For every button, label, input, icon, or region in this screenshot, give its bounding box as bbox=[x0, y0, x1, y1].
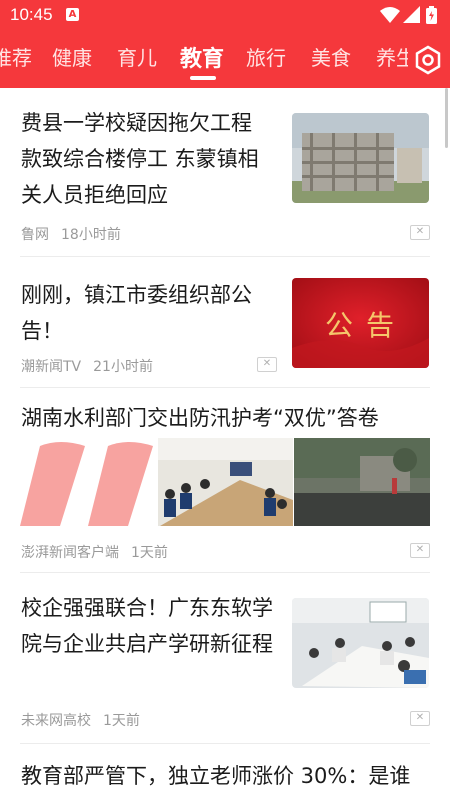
tab-food[interactable]: 美食 bbox=[311, 42, 351, 71]
news-time: 1天前 bbox=[131, 545, 168, 561]
news-source: 潮新闻TV bbox=[21, 359, 82, 375]
news-thumbnail[interactable]: 公 告 bbox=[292, 278, 429, 368]
wifi-icon bbox=[380, 7, 400, 23]
tab-education[interactable]: 教育 bbox=[180, 41, 224, 73]
battery-icon bbox=[426, 6, 437, 24]
dismiss-icon[interactable]: ✕ bbox=[257, 357, 277, 372]
dismiss-icon[interactable]: ✕ bbox=[410, 711, 430, 726]
news-image-strip[interactable] bbox=[0, 438, 430, 526]
news-thumbnail[interactable] bbox=[292, 113, 429, 203]
news-time: 18小时前 bbox=[61, 227, 121, 243]
news-title[interactable]: 校企强强联合！广东东软学院与企业共启产学研新征程 bbox=[21, 590, 276, 662]
news-time: 21小时前 bbox=[93, 359, 153, 375]
tab-parenting[interactable]: 育儿 bbox=[117, 42, 157, 71]
dismiss-icon[interactable]: ✕ bbox=[410, 543, 430, 558]
divider bbox=[20, 387, 430, 388]
news-thumbnail[interactable] bbox=[292, 598, 429, 688]
tab-health[interactable]: 健康 bbox=[52, 42, 92, 71]
category-tabs: 推荐 健康 育儿 教育 旅行 美食 养生 bbox=[0, 30, 408, 86]
news-meta: 澎湃新闻客户端 1天前 bbox=[21, 542, 168, 562]
tab-wellness[interactable]: 养生 bbox=[376, 42, 408, 71]
news-time: 1天前 bbox=[103, 713, 140, 729]
signal-icon bbox=[403, 6, 420, 23]
divider bbox=[20, 743, 430, 744]
tab-recommend[interactable]: 推荐 bbox=[0, 42, 32, 71]
news-source: 鲁网 bbox=[21, 227, 49, 243]
news-meta: 未来网高校 1天前 bbox=[21, 710, 140, 730]
divider bbox=[20, 256, 430, 257]
news-source: 未来网高校 bbox=[21, 713, 91, 729]
scrollbar[interactable] bbox=[445, 88, 448, 148]
news-title[interactable]: 湖南水利部门交出防汛护考“双优”答卷 bbox=[21, 400, 441, 436]
news-source: 澎湃新闻客户端 bbox=[21, 545, 119, 561]
dismiss-icon[interactable]: ✕ bbox=[410, 225, 430, 240]
news-meta: 潮新闻TV 21小时前 bbox=[21, 356, 153, 376]
divider bbox=[20, 572, 430, 573]
active-tab-indicator bbox=[190, 76, 216, 80]
news-title[interactable]: 费县一学校疑因拖欠工程款致综合楼停工 东蒙镇相关人员拒绝回应 bbox=[21, 105, 271, 213]
news-feed[interactable]: 费县一学校疑因拖欠工程款致综合楼停工 东蒙镇相关人员拒绝回应 鲁网 18小时前 ✕… bbox=[0, 88, 450, 800]
status-bar: 10:45 A bbox=[0, 0, 450, 30]
notification-badge-icon: A bbox=[66, 8, 79, 21]
news-title[interactable]: 教育部严管下，独立老师涨价 30%：是谁 bbox=[21, 758, 450, 794]
status-icons bbox=[380, 6, 440, 24]
news-meta: 鲁网 18小时前 bbox=[21, 224, 121, 244]
app-header: 10:45 A 推荐 健康 育儿 教育 旅行 美食 养生 bbox=[0, 0, 450, 88]
channel-settings-icon[interactable] bbox=[412, 44, 444, 76]
status-time: 10:45 bbox=[10, 5, 53, 24]
notice-image-text: 公 告 bbox=[325, 309, 396, 342]
tab-travel[interactable]: 旅行 bbox=[246, 42, 286, 71]
news-title[interactable]: 刚刚，镇江市委组织部公告！ bbox=[21, 277, 271, 349]
